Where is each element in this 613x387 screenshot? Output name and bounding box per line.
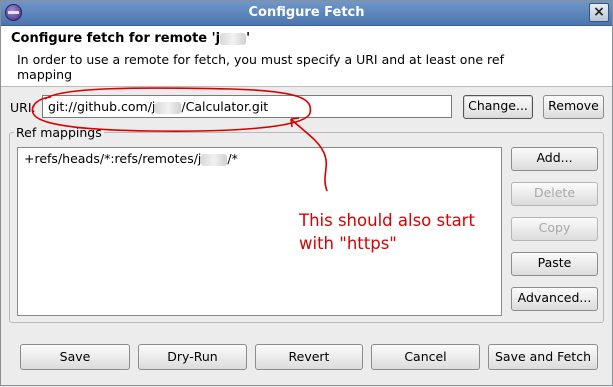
copy-mapping-button[interactable]: Copy bbox=[511, 217, 598, 241]
remove-uri-button[interactable]: Remove bbox=[543, 95, 604, 119]
redacted-text bbox=[220, 32, 247, 45]
annotation-line-1: This should also start bbox=[299, 211, 475, 230]
save-button[interactable]: Save bbox=[20, 344, 130, 370]
dry-run-button[interactable]: Dry-Run bbox=[138, 344, 247, 370]
annotation-text: This should also start with "https" bbox=[299, 209, 475, 255]
add-mapping-button[interactable]: Add... bbox=[511, 147, 598, 171]
annotation-arrowhead bbox=[290, 117, 300, 128]
list-item[interactable]: +refs/heads/*:refs/remotes/j/* bbox=[24, 151, 238, 166]
header-description: In order to use a remote for fetch, you … bbox=[17, 52, 504, 82]
revert-button[interactable]: Revert bbox=[255, 344, 363, 370]
window-title: Configure Fetch bbox=[248, 5, 365, 20]
paste-mapping-button[interactable]: Paste bbox=[511, 252, 598, 276]
annotation-line-2: with "https" bbox=[299, 234, 397, 253]
title-bar: Configure Fetch × bbox=[1, 1, 612, 26]
configure-fetch-dialog: Configure Fetch × Configure fetch for re… bbox=[0, 0, 613, 386]
dialog-header: Configure fetch for remote 'j ' In order … bbox=[1, 26, 612, 87]
delete-mapping-button[interactable]: Delete bbox=[511, 182, 598, 206]
uri-label: URI: bbox=[10, 100, 36, 115]
redacted-text bbox=[201, 153, 228, 166]
advanced-button[interactable]: Advanced... bbox=[511, 287, 598, 311]
header-title: Configure fetch for remote 'j ' bbox=[11, 31, 251, 46]
ref-mappings-label: Ref mappings bbox=[14, 125, 104, 140]
save-and-fetch-button[interactable]: Save and Fetch bbox=[488, 344, 598, 370]
cancel-button[interactable]: Cancel bbox=[371, 344, 480, 370]
close-icon[interactable]: × bbox=[589, 3, 609, 22]
redacted-text bbox=[155, 101, 182, 114]
uri-field[interactable]: git://github.com/j/Calculator.git bbox=[42, 95, 452, 118]
change-uri-button[interactable]: Change... bbox=[463, 95, 533, 119]
